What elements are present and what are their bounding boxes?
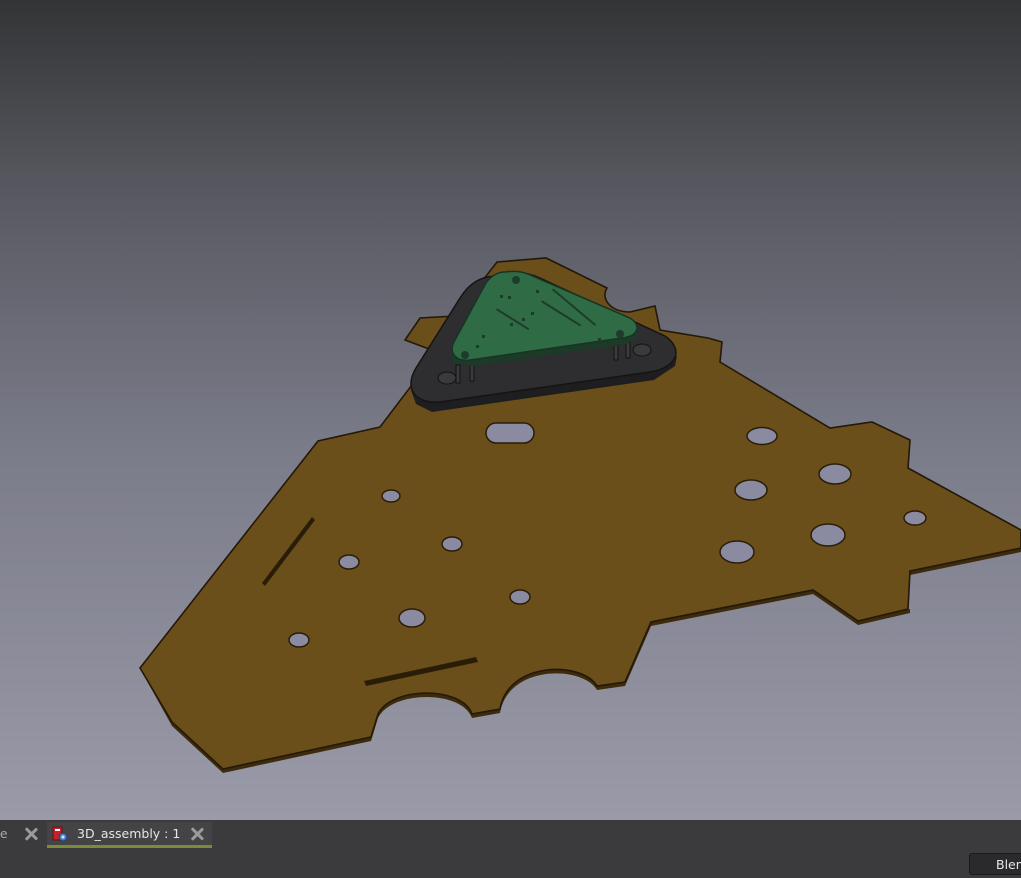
3d-scene[interactable] (0, 0, 1021, 820)
close-icon[interactable] (23, 826, 39, 842)
status-bar: Blender (0, 848, 1021, 878)
close-icon[interactable] (189, 826, 205, 842)
tab-label: 3D_assembly : 1 (77, 826, 181, 841)
tab-start-page[interactable]: ge (0, 822, 38, 848)
freecad-document-icon (52, 826, 68, 842)
tab-label: ge (0, 826, 8, 841)
3d-viewport[interactable] (0, 0, 1021, 820)
tab-3d-assembly[interactable]: 3D_assembly : 1 (47, 822, 212, 848)
navigation-style-button[interactable]: Blender (969, 853, 1021, 875)
document-tab-bar: ge 3D_assembly : 1 (0, 820, 1021, 848)
